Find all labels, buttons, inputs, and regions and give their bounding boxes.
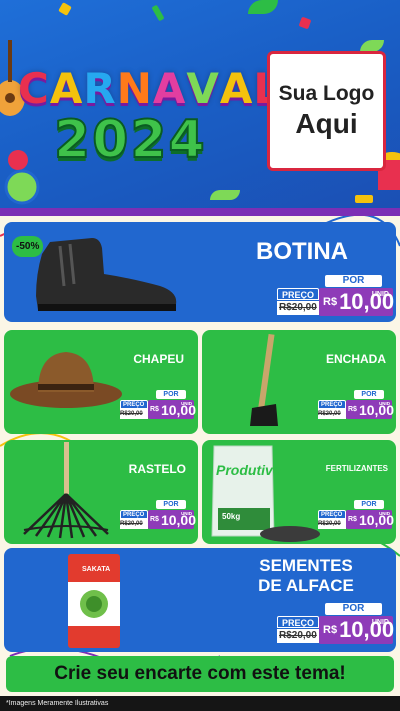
price-tag: POR PREÇO R$20,00 R$ 10,00 UNID [277,272,394,318]
price-currency: R$ [323,624,338,636]
confetti-decoration [151,4,165,22]
product-name: ENCHADA [326,352,386,366]
price-por-label: POR [325,603,382,615]
price-preco-label: PREÇO [277,288,319,300]
rake-image [23,442,109,539]
price-currency: R$ [150,406,159,413]
price-tag: POR PREÇO R$20,00 R$ 10,00 UNID [316,388,394,422]
carnival-banner: CARNAVAL 2024 Sua Logo Aqui [0,0,400,216]
price-unit: UNID [371,619,389,626]
old-price: R$20,00 [277,301,319,315]
current-price: R$ 10,00 UNID [346,400,394,419]
price-preco-label: PREÇO [120,400,148,409]
hoe-image [250,334,278,426]
price-currency: R$ [348,406,357,413]
cta-banner[interactable]: Crie seu encarte com este tema! [6,656,394,692]
price-unit: UNID [379,401,390,406]
current-price: R$ 10,00 UNID [148,400,196,419]
confetti-decoration [210,190,240,200]
title-letter: C [18,64,50,113]
carnaval-title: CARNAVAL [18,64,281,113]
logo-line-1: Sua Logo [278,82,375,105]
product-name: SEMENTES DE ALFACE [258,556,354,595]
product-card-chapeu[interactable]: CHAPEU POR PREÇO R$20,00 R$ 10,00 UNID [4,330,198,434]
price-preco-label: PREÇO [318,400,346,409]
price-currency: R$ [348,516,357,523]
title-letter: R [83,64,117,113]
price-currency: R$ [150,516,159,523]
current-price: R$ 10,00 UNID [148,510,196,529]
product-card-rastelo[interactable]: RASTELO POR PREÇO R$20,00 R$ 10,00 UNID [4,440,198,544]
price-preco-label: PREÇO [318,510,346,519]
confetti-decoration [58,2,72,16]
price-unit: UNID [371,291,389,298]
old-price: R$20,00 [318,409,346,419]
product-card-sementes-alface[interactable]: SAKATA SEMENTES DE ALFACE POR PREÇO R$20… [4,548,396,652]
price-unit: UNID [181,401,192,406]
price-preco-label: PREÇO [277,616,319,628]
current-price: R$ 10,00 UNID [346,510,394,529]
price-por-label: POR [354,500,384,509]
product-name: RASTELO [128,462,186,476]
old-price: R$20,00 [318,519,346,529]
logo-line-2: Aqui [295,108,358,139]
confetti-decoration [248,0,278,14]
price-por-label: POR [156,390,186,399]
price-tag: POR PREÇO R$20,00 R$ 10,00 UNID [277,600,394,646]
product-card-fertilizantes[interactable]: Produtive 50kg FERTILIZANTES POR PREÇO R… [202,440,396,544]
product-name: FERTILIZANTES [325,464,388,473]
price-tag: POR PREÇO R$20,00 R$ 10,00 UNID [118,388,196,422]
old-price: R$20,00 [120,519,148,529]
title-letter: A [219,64,254,113]
title-letter: A [152,64,187,113]
title-letter: A [49,64,84,113]
seed-brand: SAKATA [82,566,111,573]
maracas-icon [4,169,40,205]
year-title: 2024 [53,109,207,171]
product-card-enchada[interactable]: ENCHADA POR PREÇO R$20,00 R$ 10,00 UNID [202,330,396,434]
fertilizer-brand: Produtive [216,462,281,478]
price-unit: UNID [181,511,192,516]
product-name: CHAPEU [133,352,184,366]
disclaimer-footer: *Imagens Meramente Ilustrativas [0,696,400,711]
price-currency: R$ [323,296,338,308]
banner-stripe [0,208,400,216]
logo-placeholder[interactable]: Sua Logo Aqui [267,51,386,171]
price-por-label: POR [325,275,382,287]
price-por-label: POR [156,500,186,509]
price-tag: POR PREÇO R$20,00 R$ 10,00 UNID [118,498,196,532]
price-preco-label: PREÇO [120,510,148,519]
product-card-botina[interactable]: -50% BOTINA POR PREÇO R$20,00 R$ 10,00 UNI… [4,222,396,322]
confetti-decoration [355,195,373,203]
confetti-decoration [298,16,312,30]
hat-image [10,352,122,408]
price-unit: UNID [379,511,390,516]
old-price: R$20,00 [277,629,319,643]
price-tag: POR PREÇO R$20,00 R$ 10,00 UNID [316,498,394,532]
product-name: BOTINA [256,238,348,265]
fertilizer-bag-image [211,445,320,542]
title-letter: N [116,64,153,113]
title-letter: V [186,64,220,113]
old-price: R$20,00 [120,409,148,419]
boot-image [36,238,177,311]
fertilizer-weight: 50kg [222,512,241,521]
current-price: R$ 10,00 UNID [319,616,394,644]
price-por-label: POR [354,390,384,399]
current-price: R$ 10,00 UNID [319,288,394,316]
